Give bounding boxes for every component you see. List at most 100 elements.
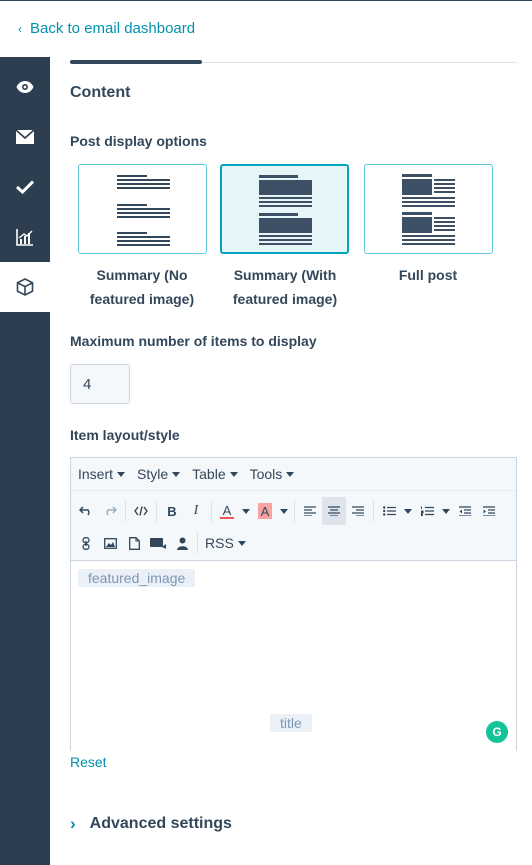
undo-button[interactable] xyxy=(74,497,98,525)
editor-toolbar: B I A A RSS xyxy=(71,491,516,561)
option-summary-with-image[interactable] xyxy=(220,164,349,254)
sidebar-item-preview[interactable] xyxy=(0,62,50,112)
title-token[interactable]: title xyxy=(270,714,312,732)
source-code-button[interactable] xyxy=(129,497,153,525)
caret-down-icon xyxy=(172,471,181,477)
redo-button[interactable] xyxy=(98,497,122,525)
option-full-post[interactable] xyxy=(364,164,493,254)
insert-personalization-button[interactable] xyxy=(170,529,194,557)
reset-link[interactable]: Reset xyxy=(70,754,107,770)
code-icon xyxy=(134,506,148,516)
indent-icon xyxy=(483,506,495,516)
indent-button[interactable] xyxy=(477,497,501,525)
align-left-button[interactable] xyxy=(298,497,322,525)
full-post-icon xyxy=(402,174,455,245)
rss-menu[interactable]: RSS xyxy=(201,535,250,551)
text-color-dropdown[interactable] xyxy=(239,497,253,525)
bold-button[interactable]: B xyxy=(160,497,184,525)
svg-text:A: A xyxy=(223,503,232,518)
caret-down-icon xyxy=(404,508,412,514)
max-items-label: Maximum number of items to display xyxy=(70,333,317,349)
option-caption-summary-with-image: Summary (With featured image) xyxy=(232,267,338,307)
link-icon xyxy=(82,536,90,550)
sidebar-item-modules[interactable] xyxy=(0,262,50,312)
summary-no-image-icon xyxy=(117,175,170,246)
tab-underline xyxy=(70,60,517,64)
option-caption-summary-no-image: Summary (No featured image) xyxy=(89,267,195,307)
menu-insert[interactable]: Insert xyxy=(78,466,126,482)
toolbar-divider xyxy=(125,500,126,522)
insert-image-button[interactable] xyxy=(98,529,122,557)
toolbar-divider xyxy=(294,500,295,522)
option-summary-no-image[interactable] xyxy=(78,164,207,254)
max-items-input[interactable]: 4 xyxy=(70,364,130,404)
file-icon xyxy=(128,536,140,550)
image-icon xyxy=(103,537,117,549)
caret-down-icon xyxy=(442,508,450,514)
top-bar: ‹ Back to email dashboard xyxy=(0,0,532,57)
align-right-icon xyxy=(352,506,364,516)
sidebar xyxy=(0,57,50,865)
outdent-button[interactable] xyxy=(453,497,477,525)
highlight-color-dropdown[interactable] xyxy=(277,497,291,525)
caret-down-icon xyxy=(280,508,288,514)
italic-button[interactable]: I xyxy=(184,497,208,525)
chart-icon xyxy=(16,229,33,246)
person-icon xyxy=(176,537,188,550)
menu-style[interactable]: Style xyxy=(137,466,181,482)
layout-style-label: Item layout/style xyxy=(70,427,180,443)
text-color-icon: A xyxy=(220,503,234,519)
envelope-icon xyxy=(16,130,34,144)
toolbar-divider xyxy=(197,532,198,554)
numbered-list-dropdown[interactable] xyxy=(439,497,453,525)
align-left-icon xyxy=(304,506,316,516)
align-center-button[interactable] xyxy=(322,497,346,525)
chevron-right-icon: › xyxy=(70,814,76,833)
menu-table[interactable]: Table xyxy=(192,466,238,482)
toolbar-row-1: B I A A xyxy=(74,497,501,525)
toolbar-divider xyxy=(373,500,374,522)
advanced-settings-toggle[interactable]: › Advanced settings xyxy=(70,814,232,834)
editor-menubar: Insert Style Table Tools xyxy=(71,458,516,491)
undo-icon xyxy=(79,506,90,516)
featured-image-token[interactable]: featured_image xyxy=(78,569,196,587)
chevron-left-icon: ‹ xyxy=(18,21,22,36)
bold-icon: B xyxy=(167,503,177,519)
toolbar-row-2: RSS xyxy=(74,529,250,557)
insert-file-button[interactable] xyxy=(122,529,146,557)
sidebar-item-review[interactable] xyxy=(0,162,50,212)
video-icon xyxy=(149,538,166,549)
sidebar-item-analytics[interactable] xyxy=(0,212,50,262)
toolbar-divider xyxy=(211,500,212,522)
highlight-color-button[interactable]: A xyxy=(253,497,277,525)
eye-icon xyxy=(16,81,34,93)
advanced-settings-label: Advanced settings xyxy=(89,815,232,832)
caret-down-icon xyxy=(242,508,250,514)
bullet-list-dropdown[interactable] xyxy=(401,497,415,525)
caret-down-icon xyxy=(229,471,238,477)
editor-content-area[interactable]: featured_image title G xyxy=(71,561,516,751)
insert-link-button[interactable] xyxy=(74,529,98,557)
numbered-list-button[interactable] xyxy=(415,497,439,525)
rich-text-editor: Insert Style Table Tools B I A A RSS fea… xyxy=(70,457,517,751)
active-tab-indicator xyxy=(70,60,202,64)
align-right-button[interactable] xyxy=(346,497,370,525)
back-to-dashboard-link[interactable]: ‹ Back to email dashboard xyxy=(18,20,195,37)
menu-tools[interactable]: Tools xyxy=(250,466,295,482)
numbered-list-icon xyxy=(420,506,434,516)
outdent-icon xyxy=(459,506,471,516)
caret-down-icon xyxy=(286,471,295,477)
sidebar-item-email[interactable] xyxy=(0,112,50,162)
post-display-label: Post display options xyxy=(70,133,207,149)
bullet-list-icon xyxy=(382,506,396,516)
option-caption-full-post: Full post xyxy=(398,267,458,283)
caret-down-icon xyxy=(117,471,126,477)
text-color-button[interactable]: A xyxy=(215,497,239,525)
checkmark-icon xyxy=(16,180,34,194)
insert-video-button[interactable] xyxy=(146,529,170,557)
italic-icon: I xyxy=(193,503,199,518)
redo-icon xyxy=(106,506,117,516)
bullet-list-button[interactable] xyxy=(377,497,401,525)
section-title: Content xyxy=(70,84,131,101)
grammarly-icon[interactable]: G xyxy=(486,721,508,743)
